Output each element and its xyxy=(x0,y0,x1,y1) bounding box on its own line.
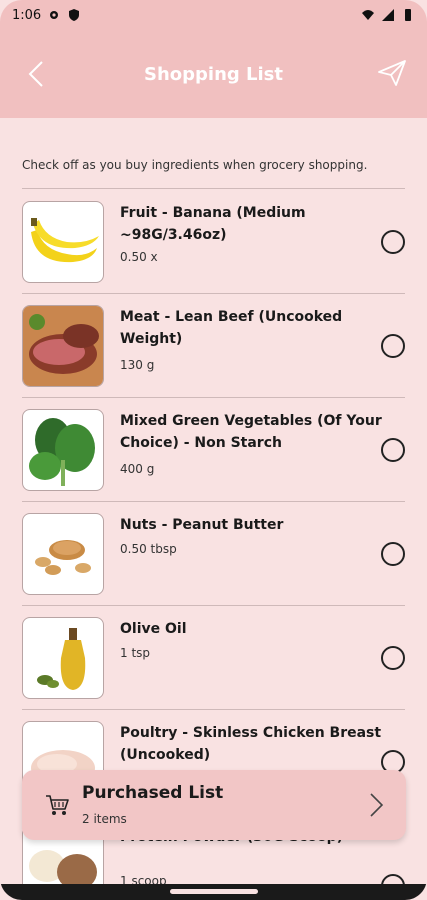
instructions-text: Check off as you buy ingredients when gr… xyxy=(22,158,368,172)
purchased-list-card[interactable]: Purchased List 2 items xyxy=(22,770,406,840)
list-item[interactable]: Mixed Green Vegetables (Of Your Choice) … xyxy=(22,398,405,502)
home-indicator[interactable] xyxy=(170,889,258,894)
item-quantity: 0.50 x xyxy=(120,250,158,264)
settings-icon xyxy=(50,11,59,19)
item-quantity: 130 g xyxy=(120,358,155,372)
app-header: Shopping List xyxy=(0,30,427,118)
item-checkbox[interactable] xyxy=(381,334,405,358)
app-screen: 1:06 Shopping List Check off as you buy … xyxy=(0,0,427,900)
system-nav-bar xyxy=(0,884,427,900)
purchased-list-count: 2 items xyxy=(82,812,127,826)
item-name: Poultry - Skinless Chicken Breast (Uncoo… xyxy=(120,725,382,763)
item-checkbox[interactable] xyxy=(381,438,405,462)
send-icon[interactable] xyxy=(377,58,407,88)
page-title: Shopping List xyxy=(143,63,283,85)
item-name: Fruit - Banana (Medium ~98G/3.46oz) xyxy=(120,205,306,243)
battery-icon xyxy=(405,9,411,21)
banana-image xyxy=(22,201,104,283)
peanut-butter-image xyxy=(22,513,104,595)
signal-icon xyxy=(382,9,394,21)
chevron-right-icon xyxy=(370,793,384,817)
wifi-icon xyxy=(362,10,374,20)
vegetables-image xyxy=(22,409,104,491)
item-quantity: 1 tsp xyxy=(120,646,151,660)
list-item[interactable]: Fruit - Banana (Medium ~98G/3.46oz) 0.50… xyxy=(22,190,405,294)
purchased-list-title: Purchased List xyxy=(82,783,224,803)
beef-image xyxy=(22,305,104,387)
status-time: 1:06 xyxy=(12,7,42,23)
item-quantity: 400 g xyxy=(120,462,155,476)
divider xyxy=(22,188,405,189)
list-item[interactable]: Nuts - Peanut Butter 0.50 tbsp xyxy=(22,502,405,606)
item-name: Meat - Lean Beef (Uncooked Weight) xyxy=(120,309,343,347)
shield-icon xyxy=(69,9,80,21)
item-name: Nuts - Peanut Butter xyxy=(120,517,284,533)
item-name: Mixed Green Vegetables (Of Your Choice) … xyxy=(120,413,382,451)
list-item[interactable]: Olive Oil 1 tsp xyxy=(22,606,405,710)
item-checkbox[interactable] xyxy=(381,230,405,254)
list-item[interactable]: Meat - Lean Beef (Uncooked Weight) 130 g xyxy=(22,294,405,398)
status-bar: 1:06 xyxy=(0,0,427,30)
back-arrow-icon[interactable] xyxy=(24,58,48,90)
item-checkbox[interactable] xyxy=(381,646,405,670)
item-name: Olive Oil xyxy=(120,621,187,637)
cart-icon xyxy=(46,795,69,815)
olive-oil-image xyxy=(22,617,104,699)
item-quantity: 0.50 tbsp xyxy=(120,542,177,556)
item-checkbox[interactable] xyxy=(381,542,405,566)
